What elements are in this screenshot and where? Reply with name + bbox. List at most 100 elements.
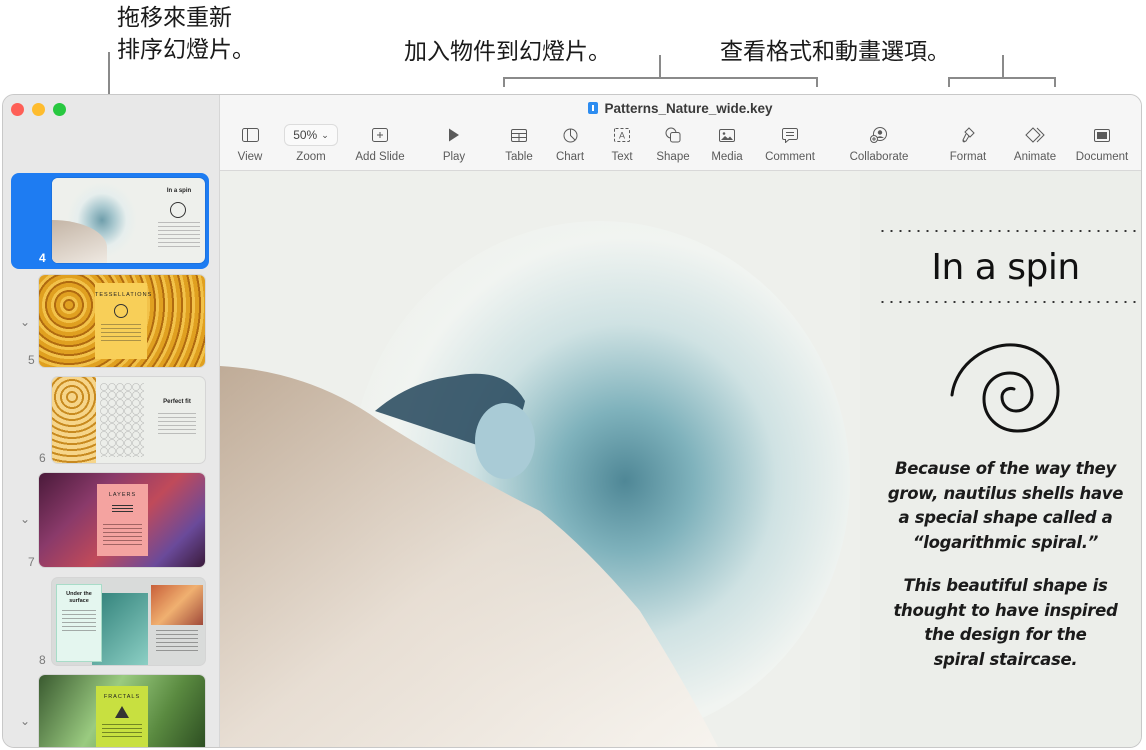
- slide-number: 4: [39, 251, 46, 265]
- slide-text-panel: In a spin Because of the way they grow, …: [860, 171, 1141, 747]
- callout-line: [1002, 55, 1004, 78]
- callout-line: [948, 77, 1056, 79]
- thumb-title: FRACTALS: [103, 694, 141, 700]
- play-button[interactable]: Play: [419, 125, 489, 163]
- keynote-window: In a spin 4 ⌄ TESSELLATIONS 5 Perfect fi…: [2, 94, 1142, 748]
- slide-navigator[interactable]: In a spin 4 ⌄ TESSELLATIONS 5 Perfect fi…: [3, 95, 220, 747]
- comment-button[interactable]: Comment: [755, 125, 825, 163]
- slide-thumbnail-9[interactable]: FRACTALS: [39, 675, 205, 747]
- slide-body-paragraph-1[interactable]: Because of the way they grow, nautilus s…: [870, 457, 1141, 555]
- body-line: This beautiful shape is: [903, 576, 1108, 595]
- keynote-file-icon: [588, 102, 599, 114]
- body-line: a special shape called a: [898, 508, 1113, 527]
- animate-button[interactable]: Animate: [1000, 125, 1070, 163]
- chart-icon: [563, 125, 578, 145]
- media-icon: [719, 125, 735, 145]
- slide-body-paragraph-2[interactable]: This beautiful shape is thought to have …: [870, 574, 1141, 672]
- body-line: grow, nautilus shells have: [887, 483, 1124, 503]
- shape-icon: [665, 125, 681, 145]
- document-label: Document: [1075, 151, 1129, 163]
- svg-text:A: A: [619, 131, 625, 141]
- chevron-down-icon[interactable]: ⌄: [20, 512, 30, 526]
- animate-label: Animate: [1013, 151, 1057, 163]
- slide-number: 5: [28, 353, 35, 367]
- add-slide-button[interactable]: Add Slide: [345, 125, 415, 163]
- zoom-label: Zoom: [296, 151, 326, 163]
- text-label: Text: [611, 151, 633, 163]
- document-button[interactable]: Document: [1067, 125, 1137, 163]
- chevron-down-icon[interactable]: ⌄: [20, 714, 30, 728]
- slide-thumbnail-5[interactable]: TESSELLATIONS: [39, 275, 205, 367]
- play-icon: [448, 125, 460, 145]
- add-slide-label: Add Slide: [355, 151, 405, 163]
- callout-line: [503, 77, 818, 79]
- nautilus-shell-image[interactable]: [220, 171, 860, 747]
- slide-number: 6: [39, 451, 46, 465]
- collaborate-label: Collaborate: [849, 151, 909, 163]
- collaborate-icon: [870, 125, 888, 145]
- chevron-down-icon[interactable]: ⌄: [20, 315, 30, 329]
- zoom-value: 50%: [293, 128, 318, 142]
- table-label: Table: [505, 151, 533, 163]
- thumb-title: LAYERS: [108, 492, 137, 498]
- toolbar: Patterns_Nature_wide.key View 50% ⌄ Zoom …: [220, 95, 1141, 171]
- shape-label: Shape: [656, 151, 690, 163]
- callout-reorder-line1: 拖移來重新: [117, 5, 232, 31]
- callout-add-objects: 加入物件到幻燈片。: [404, 39, 611, 65]
- chart-label: Chart: [555, 151, 585, 163]
- slide-thumbnail-6[interactable]: Perfect fit: [52, 377, 205, 463]
- body-line: “logarithmic spiral.”: [912, 532, 1099, 552]
- text-box-icon: A: [614, 125, 630, 145]
- thumb-title: In a spin: [166, 188, 192, 194]
- callout-reorder-line2: 排序幻燈片。: [117, 37, 255, 63]
- slide-thumbnail-4[interactable]: In a spin: [52, 178, 205, 263]
- callout-line: [503, 77, 505, 87]
- body-line: thought to have inspired: [893, 600, 1118, 620]
- slide-thumbnail-7[interactable]: LAYERS: [39, 473, 205, 567]
- slide-number: 7: [28, 555, 35, 569]
- body-line: spiral staircase.: [933, 649, 1078, 669]
- plus-square-icon: [372, 125, 388, 145]
- comment-icon: [782, 125, 798, 145]
- callout-line: [816, 77, 818, 87]
- thumb-title: Perfect fit: [163, 399, 191, 405]
- document-icon: [1094, 125, 1110, 145]
- fullscreen-button[interactable]: [53, 103, 66, 116]
- close-button[interactable]: [11, 103, 24, 116]
- dotted-divider: [878, 301, 1141, 303]
- table-icon: [511, 125, 527, 145]
- callout-format-animate: 查看格式和動畫選項。: [720, 39, 950, 65]
- format-label: Format: [949, 151, 987, 163]
- zoom-dropdown[interactable]: 50% ⌄: [284, 124, 338, 146]
- animate-icon: [1025, 125, 1045, 145]
- format-button[interactable]: Format: [933, 125, 1003, 163]
- slide-number: 8: [39, 653, 46, 667]
- callout-line: [1054, 77, 1056, 87]
- chevron-down-icon: ⌄: [321, 129, 329, 140]
- view-label: View: [237, 151, 263, 163]
- collaborate-button[interactable]: Collaborate: [844, 125, 914, 163]
- callout-line: [659, 55, 661, 78]
- media-label: Media: [711, 151, 743, 163]
- callout-reorder-slides: 拖移來重新 排序幻燈片。: [117, 2, 255, 66]
- thumb-title: Under the surface: [66, 591, 92, 604]
- play-label: Play: [442, 151, 466, 163]
- comment-label: Comment: [765, 151, 815, 163]
- minimize-button[interactable]: [32, 103, 45, 116]
- thumb-title: TESSELLATIONS: [95, 292, 153, 298]
- slide-thumbnail-8[interactable]: Under the surface: [52, 578, 205, 665]
- body-line: the design for the: [924, 625, 1087, 644]
- view-button[interactable]: View: [215, 125, 285, 163]
- window-title: Patterns_Nature_wide.key: [220, 101, 1141, 116]
- callout-line: [948, 77, 950, 87]
- media-button[interactable]: Media: [692, 125, 762, 163]
- sidebar-icon: [241, 125, 259, 145]
- slide-title[interactable]: In a spin: [870, 247, 1141, 288]
- paintbrush-icon: [960, 125, 976, 145]
- spiral-icon[interactable]: [948, 339, 1064, 435]
- slide-canvas[interactable]: In a spin Because of the way they grow, …: [220, 171, 1141, 747]
- body-line: Because of the way they: [894, 459, 1117, 478]
- dotted-divider: [878, 230, 1141, 232]
- zoom-control[interactable]: 50% ⌄ Zoom: [276, 124, 346, 163]
- document-name: Patterns_Nature_wide.key: [604, 101, 773, 116]
